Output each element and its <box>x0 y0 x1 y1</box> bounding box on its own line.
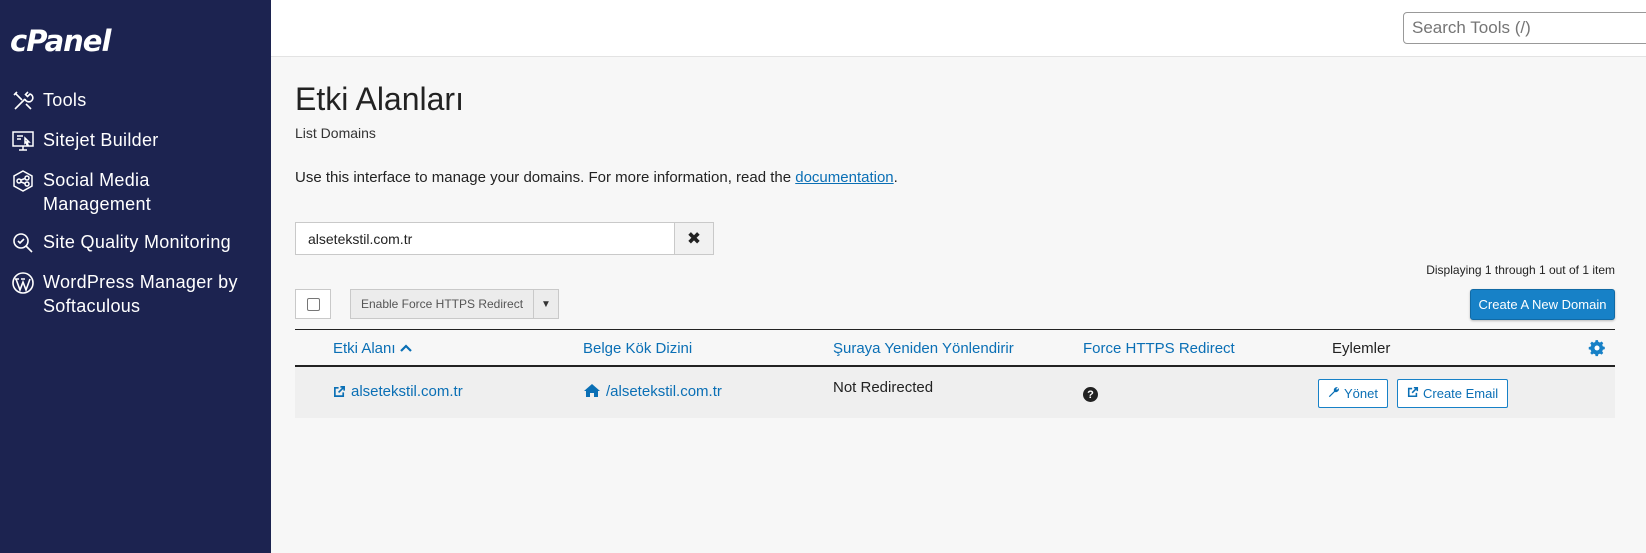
wrench-icon <box>1328 386 1344 401</box>
sidebar-item-sitejet[interactable]: Sitejet Builder <box>0 128 271 154</box>
column-header-redirect[interactable]: Şuraya Yeniden Yönlendirir <box>833 340 1014 357</box>
sort-asc-icon <box>399 340 412 357</box>
sidebar-item-label: Tools <box>43 90 87 110</box>
create-email-label: Create Email <box>1423 386 1499 401</box>
table-row: alsetekstil.com.tr /alsetekstil.com.tr N… <box>295 367 1615 418</box>
domains-table: Etki Alanı Belge Kök Dizini Şuraya Yenid… <box>295 329 1615 418</box>
wordpress-icon <box>10 270 36 296</box>
sidebar-item-label: WordPress Manager by Softaculous <box>43 272 238 316</box>
cpanel-logo[interactable]: cPanel <box>10 24 111 58</box>
social-media-icon <box>10 168 36 194</box>
domain-filter: ✖ <box>295 222 715 255</box>
redirect-status: Not Redirected <box>833 379 934 396</box>
intro-text-body: Use this interface to manage your domain… <box>295 169 796 186</box>
sidebar-item-site-quality[interactable]: Site Quality Monitoring <box>0 230 271 256</box>
domain-link[interactable]: alsetekstil.com.tr <box>333 383 463 402</box>
search-tools-input[interactable] <box>1403 12 1646 44</box>
sidebar: cPanel Tools Sitejet Builder Social Medi… <box>0 0 271 553</box>
column-header-actions: Eylemler <box>1332 340 1391 357</box>
bulk-actions-dropdown[interactable]: ▼ <box>533 289 559 319</box>
enable-force-https-button[interactable]: Enable Force HTTPS Redirect <box>350 289 534 319</box>
sidebar-item-label: Social Media Management <box>43 170 152 214</box>
manage-button-label: Yönet <box>1344 386 1378 401</box>
page-subtitle: List Domains <box>295 125 376 141</box>
intro-text: Use this interface to manage your domain… <box>295 169 898 186</box>
help-icon[interactable]: ? <box>1083 387 1098 402</box>
select-all-checkbox[interactable] <box>295 289 331 319</box>
create-new-domain-button[interactable]: Create A New Domain <box>1470 289 1615 320</box>
caret-down-icon: ▼ <box>541 298 551 310</box>
documentation-link[interactable]: documentation <box>795 169 893 186</box>
close-icon: ✖ <box>686 228 702 248</box>
domain-name: alsetekstil.com.tr <box>351 383 463 400</box>
column-header-domain-label: Etki Alanı <box>333 340 396 357</box>
sidebar-nav: Tools Sitejet Builder Social Media Manag… <box>0 88 271 332</box>
clear-filter-button[interactable]: ✖ <box>674 222 714 255</box>
sidebar-item-label: Site Quality Monitoring <box>43 232 231 252</box>
bulk-toolbar: Enable Force HTTPS Redirect ▼ Create A N… <box>295 289 1615 320</box>
column-header-https[interactable]: Force HTTPS Redirect <box>1083 340 1235 357</box>
sidebar-item-wordpress[interactable]: WordPress Manager by Softaculous <box>0 270 271 318</box>
table-header: Etki Alanı Belge Kök Dizini Şuraya Yenid… <box>295 329 1615 367</box>
intro-text-end: . <box>893 169 898 186</box>
home-icon <box>583 383 601 402</box>
tools-icon <box>10 88 36 114</box>
create-email-button[interactable]: Create Email <box>1397 379 1509 408</box>
site-quality-icon <box>10 230 36 256</box>
pagination-summary: Displaying 1 through 1 out of 1 item <box>1426 263 1615 277</box>
sitejet-icon <box>10 128 36 154</box>
gear-icon[interactable] <box>1587 338 1607 358</box>
docroot-link[interactable]: /alsetekstil.com.tr <box>583 383 722 402</box>
column-header-docroot[interactable]: Belge Kök Dizini <box>583 340 692 357</box>
external-link-icon <box>1407 386 1423 401</box>
domain-filter-input[interactable] <box>295 222 675 255</box>
column-header-domain[interactable]: Etki Alanı <box>333 340 412 357</box>
docroot-path: /alsetekstil.com.tr <box>606 383 722 400</box>
sidebar-item-tools[interactable]: Tools <box>0 88 271 114</box>
page-title: Etki Alanları <box>295 81 464 117</box>
sidebar-item-label: Sitejet Builder <box>43 130 159 150</box>
manage-button[interactable]: Yönet <box>1318 379 1388 408</box>
checkbox-square <box>306 297 320 311</box>
sidebar-item-social-media[interactable]: Social Media Management <box>0 168 271 216</box>
external-link-icon <box>333 385 346 402</box>
